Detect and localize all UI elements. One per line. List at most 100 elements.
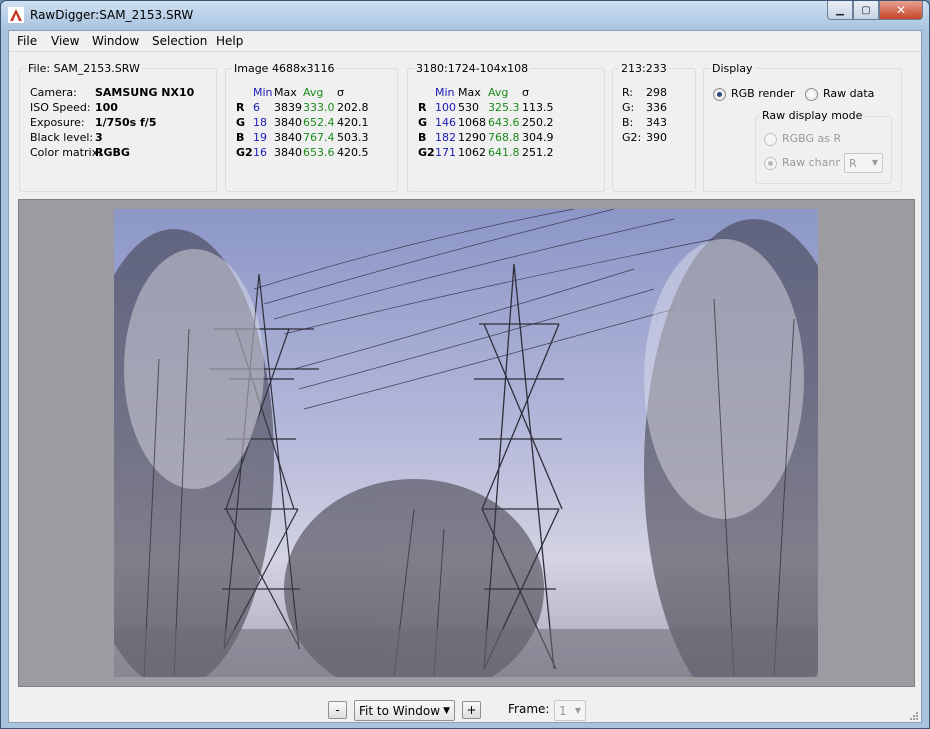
menu-help[interactable]: Help: [216, 34, 243, 48]
sigma-value: 420.5: [337, 146, 369, 159]
selection-stats-row-g: G 146 1068 643.6 250.2: [408, 116, 604, 131]
sigma-value: 202.8: [337, 101, 369, 114]
raw-display-mode-group: Raw display mode RGBG as RG Raw channel …: [755, 109, 892, 184]
zoom-out-button[interactable]: -: [328, 701, 347, 719]
close-icon: ✕: [895, 3, 907, 17]
display-panel: Display RGB render Raw data Raw display …: [703, 62, 902, 192]
selection-stats-panel: 3180:1724-104x108 Min Max Avg σ R 100 53…: [407, 62, 605, 192]
zoom-in-label: +: [466, 703, 477, 717]
channel-label: B: [418, 131, 427, 144]
photo-scene: [114, 209, 818, 677]
min-value: 182: [435, 131, 456, 144]
selection-stats-title: 3180:1724-104x108: [414, 62, 531, 75]
pixel-value: 298: [646, 86, 667, 99]
rgb-render-radio[interactable]: [713, 88, 726, 101]
exposure-label: Exposure:: [30, 116, 85, 129]
client-area: File View Window Selection Help File: SA…: [8, 30, 922, 723]
maximize-button[interactable]: ▢: [853, 1, 879, 20]
sigma-header: σ: [337, 86, 344, 99]
max-header: Max: [274, 86, 297, 99]
maximize-icon: ▢: [861, 4, 871, 16]
channel-label: R: [236, 101, 245, 114]
menu-file[interactable]: File: [17, 34, 37, 48]
max-value: 1290: [458, 131, 486, 144]
camera-row: Camera: SAMSUNG NX10: [20, 86, 216, 101]
pixel-label: G2:: [622, 131, 642, 144]
min-value: 146: [435, 116, 456, 129]
min-header: Min: [253, 86, 273, 99]
avg-value: 652.4: [303, 116, 335, 129]
pixel-value: 336: [646, 101, 667, 114]
pixel-label: R:: [622, 86, 634, 99]
min-header: Min: [435, 86, 455, 99]
camera-label: Camera:: [30, 86, 77, 99]
exposure-row: Exposure: 1/750s f/5: [20, 116, 216, 131]
app-window: RawDigger:SAM_2153.SRW ▁ ▢ ✕ File View W…: [0, 0, 930, 729]
sigma-value: 304.9: [522, 131, 554, 144]
selection-stats-row-r: R 100 530 325.3 113.5: [408, 101, 604, 116]
sigma-value: 113.5: [522, 101, 554, 114]
file-info-title: File: SAM_2153.SRW: [26, 62, 142, 75]
image-stats-header: Min Max Avg σ: [226, 86, 397, 101]
close-button[interactable]: ✕: [879, 1, 923, 20]
selection-stats-header: Min Max Avg σ: [408, 86, 604, 101]
pixel-value: 390: [646, 131, 667, 144]
rgbg-as-rg-radio[interactable]: [764, 133, 777, 146]
raw-data-label[interactable]: Raw data: [823, 87, 874, 100]
iso-value: 100: [95, 101, 118, 114]
pixel-row-g2: G2: 390: [613, 131, 695, 146]
raw-photo[interactable]: [114, 209, 818, 677]
iso-row: ISO Speed: 100: [20, 101, 216, 116]
rawdigger-logo-icon: [8, 7, 24, 23]
max-value: 3840: [274, 146, 302, 159]
minimize-button[interactable]: ▁: [827, 1, 853, 20]
pixel-values-panel: 213:233 R: 298 G: 336 B: 343 G2: 390: [612, 62, 696, 192]
image-stats-row-g2: G2 16 3840 653.6 420.5: [226, 146, 397, 161]
min-value: 16: [253, 146, 267, 159]
avg-value: 325.3: [488, 101, 520, 114]
bottom-toolbar: - Fit to Window ▼ + Frame: 1 ▼: [9, 691, 921, 723]
minimize-icon: ▁: [836, 4, 844, 16]
image-viewer[interactable]: [18, 199, 915, 687]
exposure-value: 1/750s f/5: [95, 116, 157, 129]
rgbg-as-rg-label: RGBG as RG: [782, 132, 840, 145]
title-bar[interactable]: RawDigger:SAM_2153.SRW ▁ ▢ ✕: [1, 1, 929, 29]
camera-value: SAMSUNG NX10: [95, 86, 195, 99]
pixel-value: 343: [646, 116, 667, 129]
pixel-label: G:: [622, 101, 635, 114]
max-value: 3840: [274, 116, 302, 129]
channel-label: G2: [418, 146, 435, 159]
avg-header: Avg: [488, 86, 509, 99]
menu-selection[interactable]: Selection: [152, 34, 207, 48]
selection-stats-row-b: B 182 1290 768.8 304.9: [408, 131, 604, 146]
pixel-coords-title: 213:233: [619, 62, 669, 75]
max-header: Max: [458, 86, 481, 99]
window-controls: ▁ ▢ ✕: [827, 1, 923, 21]
min-value: 19: [253, 131, 267, 144]
black-level-row: Black level: 3: [20, 131, 216, 146]
window-title: RawDigger:SAM_2153.SRW: [30, 8, 194, 22]
image-stats-row-r: R 6 3839 333.0 202.8: [226, 101, 397, 116]
avg-value: 767.4: [303, 131, 335, 144]
raw-channel-radio[interactable]: [764, 157, 777, 170]
avg-value: 768.8: [488, 131, 520, 144]
color-matrix-value: RGBG: [95, 146, 130, 159]
zoom-value: Fit to Window: [359, 704, 441, 718]
zoom-select[interactable]: Fit to Window ▼: [354, 700, 455, 721]
frame-select[interactable]: 1 ▼: [554, 700, 586, 721]
raw-channel-select[interactable]: R ▼: [844, 153, 883, 173]
avg-value: 643.6: [488, 116, 520, 129]
max-value: 3840: [274, 131, 302, 144]
raw-data-radio[interactable]: [805, 88, 818, 101]
zoom-in-button[interactable]: +: [462, 701, 481, 719]
channel-label: R: [418, 101, 427, 114]
sigma-header: σ: [522, 86, 529, 99]
menu-view[interactable]: View: [51, 34, 79, 48]
resize-grip-icon[interactable]: [909, 711, 919, 721]
pixel-label: B:: [622, 116, 634, 129]
rgb-render-label[interactable]: RGB render: [731, 87, 795, 100]
max-value: 1068: [458, 116, 486, 129]
iso-label: ISO Speed:: [30, 101, 91, 114]
menu-window[interactable]: Window: [92, 34, 139, 48]
min-value: 6: [253, 101, 260, 114]
